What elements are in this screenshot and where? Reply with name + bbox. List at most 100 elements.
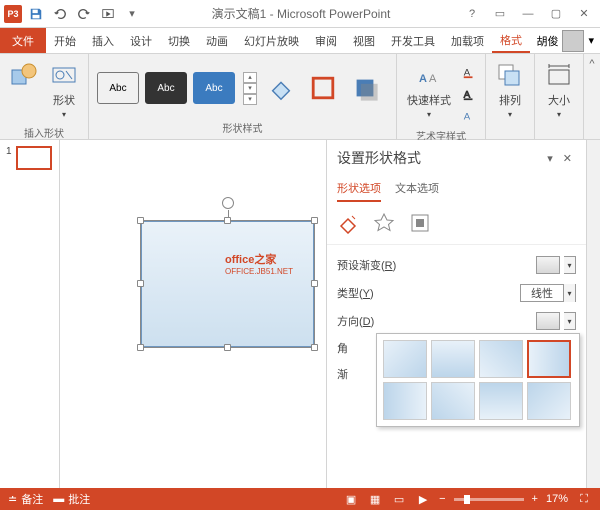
quick-access-toolbar: P3 ▾ [0, 4, 142, 24]
resize-handle-e[interactable] [311, 280, 318, 287]
minimize-icon[interactable]: — [516, 4, 540, 24]
tab-shape-options[interactable]: 形状选项 [337, 176, 381, 202]
zoom-in-icon[interactable]: + [532, 493, 538, 505]
preset-swatch[interactable] [536, 256, 560, 274]
tab-design[interactable]: 设计 [122, 28, 160, 53]
zoom-slider[interactable] [454, 498, 524, 501]
rotate-handle[interactable] [222, 197, 234, 209]
row-type: 类型(Y) 线性▾ [337, 279, 576, 307]
collapse-ribbon-icon[interactable]: ^ [589, 58, 594, 70]
tab-view[interactable]: 视图 [345, 28, 383, 53]
user-dropdown-icon[interactable]: ▾ [588, 34, 594, 47]
fit-window-icon[interactable]: ⛶ [576, 492, 592, 506]
comments-button[interactable]: ▬批注 [53, 491, 90, 507]
save-icon[interactable] [26, 4, 46, 24]
thumbnail-1[interactable]: 1 [6, 146, 53, 170]
direction-option-6[interactable] [431, 382, 475, 420]
tab-insert[interactable]: 插入 [84, 28, 122, 53]
tab-format[interactable]: 格式 [492, 28, 530, 53]
effects-icon[interactable] [373, 212, 395, 234]
slideshow-view-icon[interactable]: ▶ [415, 492, 431, 506]
reading-view-icon[interactable]: ▭ [391, 492, 407, 506]
zoom-thumb[interactable] [464, 495, 470, 504]
tab-review[interactable]: 审阅 [307, 28, 345, 53]
shape-effects-button[interactable] [347, 70, 383, 106]
zoom-value[interactable]: 17% [546, 493, 568, 505]
resize-handle-se[interactable] [311, 344, 318, 351]
avatar[interactable] [562, 30, 584, 52]
tab-slideshow[interactable]: 幻灯片放映 [236, 28, 307, 53]
tab-home[interactable]: 开始 [46, 28, 84, 53]
direction-option-7[interactable] [479, 382, 523, 420]
app-icon[interactable]: P3 [4, 5, 22, 23]
direction-option-8[interactable] [527, 382, 571, 420]
gallery-down-icon[interactable]: ▾ [243, 83, 257, 94]
qat-customize-icon[interactable]: ▾ [122, 4, 142, 24]
file-tab[interactable]: 文件 [0, 28, 46, 53]
gallery-more-icon[interactable]: ▾ [243, 94, 257, 105]
zoom-out-icon[interactable]: − [439, 493, 445, 505]
sorter-view-icon[interactable]: ▦ [367, 492, 383, 506]
text-fill-icon[interactable]: A [459, 62, 479, 82]
chevron-down-icon: ▾ [508, 110, 512, 119]
resize-handle-nw[interactable] [137, 217, 144, 224]
maximize-icon[interactable]: ▢ [544, 4, 568, 24]
size-properties-icon[interactable] [409, 212, 431, 234]
text-outline-icon[interactable]: A [459, 84, 479, 104]
fill-line-icon[interactable] [337, 212, 359, 234]
resize-handle-ne[interactable] [311, 217, 318, 224]
direction-option-5[interactable] [383, 382, 427, 420]
tab-text-options[interactable]: 文本选项 [395, 176, 439, 202]
resize-handle-sw[interactable] [137, 344, 144, 351]
thumbnail-number: 1 [6, 146, 12, 157]
type-combo[interactable]: 线性▾ [520, 284, 576, 302]
close-icon[interactable]: ✕ [572, 4, 596, 24]
shape-style-3[interactable]: Abc [193, 72, 235, 104]
gallery-up-icon[interactable]: ▴ [243, 72, 257, 83]
direction-dropdown-icon[interactable]: ▾ [564, 312, 576, 330]
shape-style-1[interactable]: Abc [97, 72, 139, 104]
tab-transitions[interactable]: 切换 [160, 28, 198, 53]
pane-body: 预设渐变(R) ▾ 类型(Y) 线性▾ 方向(D) ▾ 角 渐 [327, 245, 586, 488]
ribbon-group-size: 大小 ▾ [535, 54, 584, 139]
vertical-scrollbar[interactable] [586, 140, 600, 488]
selected-shape[interactable] [140, 220, 315, 348]
svg-text:A: A [464, 112, 471, 123]
direction-option-2[interactable] [431, 340, 475, 378]
shapes-button[interactable]: 形状 ▾ [46, 58, 82, 123]
start-from-beginning-icon[interactable] [98, 4, 118, 24]
notes-button[interactable]: ≐备注 [8, 491, 43, 507]
pane-close-icon[interactable]: ✕ [559, 152, 576, 165]
type-label: 类型(Y) [337, 285, 374, 301]
direction-swatch[interactable] [536, 312, 560, 330]
user-area[interactable]: 胡俊 ▾ [536, 28, 600, 53]
resize-handle-w[interactable] [137, 280, 144, 287]
shapes-gallery-icon[interactable] [6, 58, 42, 94]
size-button[interactable]: 大小 ▾ [541, 58, 577, 123]
undo-icon[interactable] [50, 4, 70, 24]
pane-options-icon[interactable]: ▾ [547, 152, 553, 165]
help-icon[interactable]: ? [460, 4, 484, 24]
arrange-button[interactable]: 排列 ▾ [492, 58, 528, 123]
normal-view-icon[interactable]: ▣ [343, 492, 359, 506]
redo-icon[interactable] [74, 4, 94, 24]
text-effects-icon[interactable]: A [459, 106, 479, 126]
direction-option-3[interactable] [479, 340, 523, 378]
direction-option-1[interactable] [383, 340, 427, 378]
tab-animations[interactable]: 动画 [198, 28, 236, 53]
preset-dropdown-icon[interactable]: ▾ [564, 256, 576, 274]
resize-handle-s[interactable] [224, 344, 231, 351]
shape-fill-button[interactable] [263, 70, 299, 106]
ribbon-options-icon[interactable]: ▭ [488, 4, 512, 24]
quick-styles-button[interactable]: AA 快速样式 ▾ [403, 58, 455, 123]
direction-popup [376, 333, 580, 427]
resize-handle-n[interactable] [224, 217, 231, 224]
slide-canvas[interactable]: office之家 OFFICE.JB51.NET [60, 140, 326, 488]
shape-style-2[interactable]: Abc [145, 72, 187, 104]
type-dropdown-icon[interactable]: ▾ [563, 284, 575, 302]
tab-addins[interactable]: 加载项 [443, 28, 492, 53]
direction-option-4[interactable] [527, 340, 571, 378]
tab-developer[interactable]: 开发工具 [383, 28, 443, 53]
pane-title: 设置形状格式 [337, 148, 421, 168]
shape-outline-button[interactable] [305, 70, 341, 106]
